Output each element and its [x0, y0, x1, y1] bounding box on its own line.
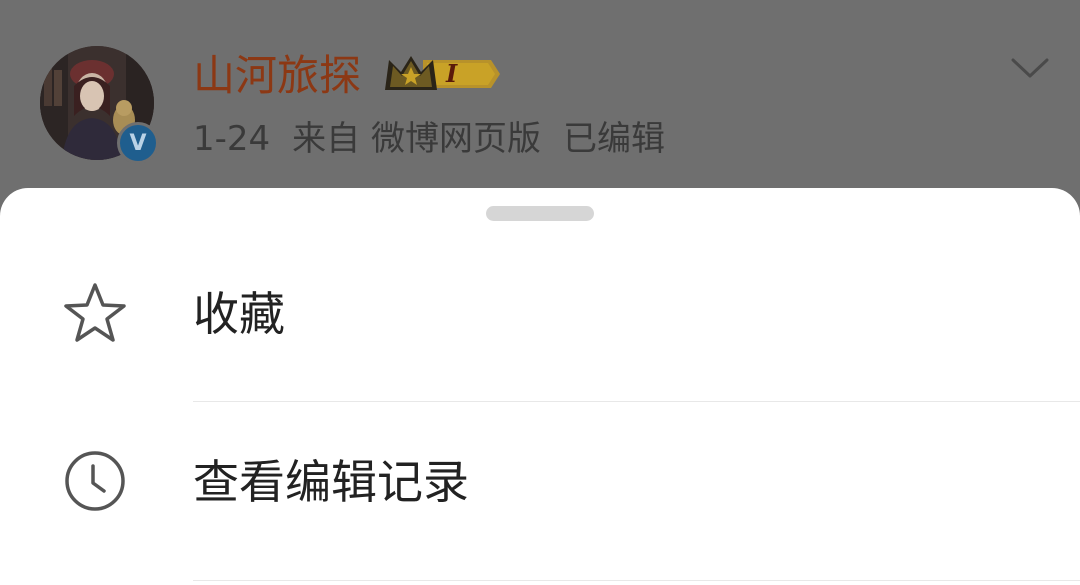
level-number: I	[446, 59, 458, 88]
clock-icon	[65, 451, 125, 511]
level-badge[interactable]	[383, 52, 501, 96]
verified-badge: V	[117, 122, 159, 164]
post-header: V 山河旅探 I 1-24 来自 微博网页版 已编辑	[0, 0, 1080, 200]
edited-label: 已编辑	[562, 119, 665, 159]
divider	[193, 580, 1080, 581]
menu-item-edit-history[interactable]: 查看编辑记录	[0, 402, 1080, 572]
sheet-grab-handle[interactable]	[486, 206, 594, 221]
username[interactable]: 山河旅探	[193, 48, 361, 104]
menu-item-label: 收藏	[193, 287, 285, 341]
menu-item-favorite[interactable]: 收藏	[0, 232, 1080, 402]
post-meta: 1-24 来自 微博网页版 已编辑	[193, 116, 687, 162]
action-sheet: 收藏 查看编辑记录	[0, 188, 1080, 585]
crown-icon	[385, 56, 500, 90]
menu-item-label: 查看编辑记录	[193, 455, 469, 509]
post-source: 来自 微博网页版	[292, 119, 541, 159]
post-date: 1-24	[193, 119, 271, 159]
star-icon	[64, 283, 126, 342]
chevron-down-icon[interactable]	[1010, 56, 1050, 80]
